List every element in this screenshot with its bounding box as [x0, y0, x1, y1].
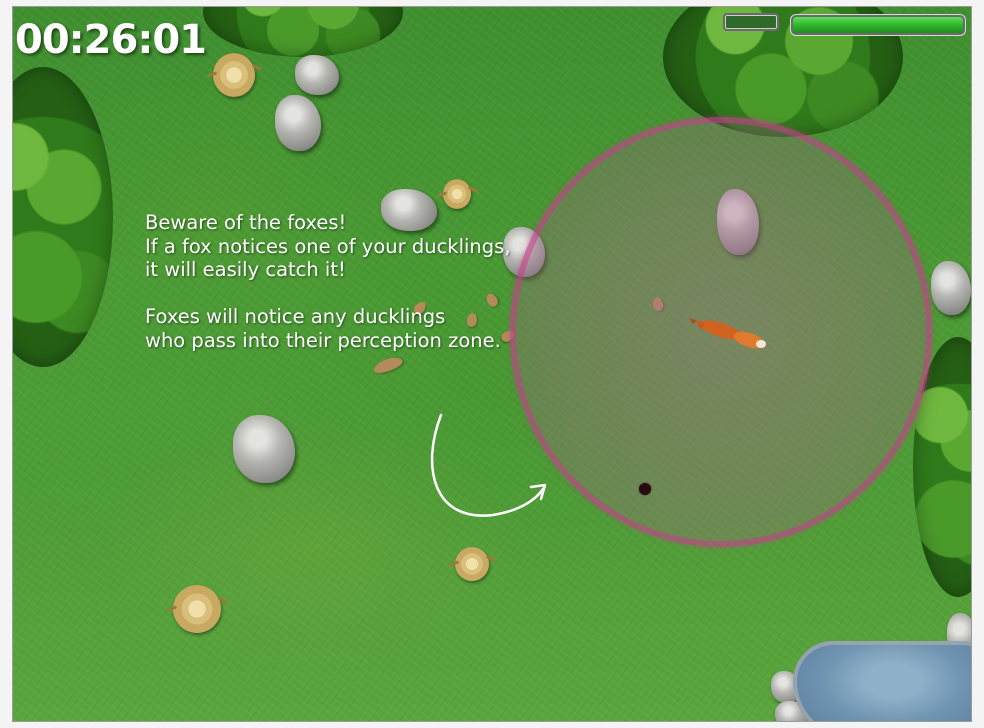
stump-icon — [443, 179, 471, 209]
pond-icon — [793, 641, 971, 721]
game-canvas[interactable]: Beware of the foxes! If a fox notices one… — [12, 6, 972, 722]
tutorial-line: who pass into their perception zone. — [145, 328, 501, 352]
tutorial-line: Foxes will notice any ducklings — [145, 305, 446, 328]
health-bar — [791, 15, 965, 35]
hud-indicator — [723, 13, 779, 31]
arrow-icon — [430, 413, 547, 517]
tutorial-line: If a fox notices one of your ducklings, — [145, 234, 511, 258]
tutorial-line: Beware of the foxes! — [145, 211, 347, 234]
tutorial-text: Beware of the foxes! If a fox notices one… — [145, 211, 511, 352]
duckling-icon[interactable] — [639, 483, 651, 495]
rock-icon — [295, 55, 339, 95]
health-bar-fill — [793, 17, 963, 33]
window-frame: Beware of the foxes! If a fox notices one… — [0, 0, 984, 728]
stump-icon — [173, 585, 221, 633]
tutorial-line: it will easily catch it! — [145, 258, 346, 281]
fox-icon — [689, 318, 766, 349]
stump-icon — [213, 53, 255, 97]
tutorial-line — [145, 282, 511, 306]
stump-icon — [455, 547, 489, 581]
game-timer: 00:26:01 — [15, 17, 207, 63]
